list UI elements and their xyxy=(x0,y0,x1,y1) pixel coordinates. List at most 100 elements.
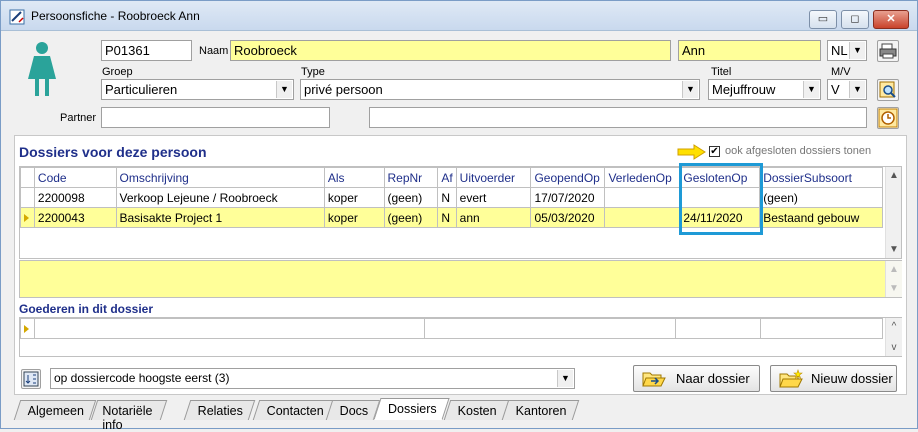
cell-af: N xyxy=(437,207,457,228)
tab-notariele-info[interactable]: Notariële info xyxy=(90,400,168,432)
column-header[interactable]: DossierSubsoort xyxy=(759,167,883,188)
cell-geopend: 17/07/2020 xyxy=(530,187,606,208)
goederen-title: Goederen in dit dossier xyxy=(19,302,154,316)
persoonsfiche-window: Persoonsfiche - Roobroeck Ann ▭ ◻ ✕ P013… xyxy=(0,0,918,432)
new-folder-icon xyxy=(779,369,803,388)
cell-repnr: (geen) xyxy=(383,187,439,208)
naam-label: Naam xyxy=(199,45,229,57)
goederen-cell xyxy=(675,318,762,339)
column-header[interactable]: VerledenOp xyxy=(604,167,681,188)
show-closed-checkbox[interactable]: ✔ xyxy=(709,146,720,157)
chevron-down-icon: ▼ xyxy=(849,42,865,59)
cell-subsoort: Bestaand gebouw xyxy=(759,207,883,228)
sort-options-button[interactable] xyxy=(21,369,41,389)
nieuw-dossier-label: Nieuw dossier xyxy=(811,371,893,386)
goederen-scrollbar[interactable]: ^ v xyxy=(885,318,902,356)
cell-omschrijving: Verkoop Lejeune / Roobroeck xyxy=(115,187,325,208)
taal-value: NL xyxy=(831,43,848,58)
tab-label: Notariële info xyxy=(102,404,153,432)
titel-select[interactable]: Mejuffrouw ▼ xyxy=(708,79,821,100)
dossiers-scrollbar[interactable]: ▲ ▼ xyxy=(885,167,901,258)
column-header[interactable]: Omschrijving xyxy=(115,167,325,188)
voornaam-field[interactable]: Ann xyxy=(678,40,821,61)
type-label: Type xyxy=(301,66,325,78)
tab-dossiers[interactable]: Dossiers xyxy=(373,398,450,420)
taal-select[interactable]: NL ▼ xyxy=(827,40,867,61)
cell-geopend: 05/03/2020 xyxy=(530,207,606,228)
sort-value: op dossiercode hoogste eerst (3) xyxy=(54,371,230,385)
groep-value: Particulieren xyxy=(105,82,178,97)
show-closed-label: ook afgesloten dossiers tonen xyxy=(725,145,872,157)
title-bar: Persoonsfiche - Roobroeck Ann ▭ ◻ ✕ xyxy=(1,1,917,31)
row-marker xyxy=(20,207,35,228)
cell-repnr: (geen) xyxy=(383,207,439,228)
type-value: privé persoon xyxy=(304,82,383,97)
print-button[interactable] xyxy=(877,40,899,62)
arrow-right-icon xyxy=(677,144,706,160)
table-row[interactable] xyxy=(20,318,883,339)
memo-scrollbar[interactable]: ▲ ▼ xyxy=(885,261,902,297)
tab-docs[interactable]: Docs xyxy=(325,400,381,420)
open-folder-icon xyxy=(642,372,666,387)
scroll-down-icon[interactable]: ▼ xyxy=(886,280,902,297)
person-id-field[interactable]: P01361 xyxy=(101,40,192,61)
column-header[interactable]: Uitvoerder xyxy=(455,167,532,188)
column-header[interactable]: Af xyxy=(437,167,457,188)
scroll-up-icon[interactable]: ^ xyxy=(886,318,902,335)
sort-select[interactable]: op dossiercode hoogste eerst (3) ▼ xyxy=(50,368,575,389)
tab-contacten[interactable]: Contacten xyxy=(252,400,337,420)
cell-verleden xyxy=(604,187,681,208)
dossiers-grid: Code Omschrijving Als RepNr Af Uitvoerde… xyxy=(19,166,902,259)
scroll-up-icon[interactable]: ▲ xyxy=(886,167,901,184)
tab-algemeen[interactable]: Algemeen xyxy=(13,400,97,420)
tab-kantoren[interactable]: Kantoren xyxy=(501,400,579,420)
tab-kosten[interactable]: Kosten xyxy=(443,400,510,420)
close-button[interactable]: ✕ xyxy=(873,10,909,29)
mv-label: M/V xyxy=(831,66,851,78)
clock-icon xyxy=(878,108,898,128)
partner-detail-field[interactable] xyxy=(369,107,867,128)
partner-field[interactable] xyxy=(101,107,330,128)
cell-uitvoerder: evert xyxy=(455,187,532,208)
naar-dossier-button[interactable]: Naar dossier xyxy=(633,365,760,392)
printer-icon xyxy=(879,43,897,59)
naam-field[interactable]: Roobroeck xyxy=(230,40,671,61)
row-marker xyxy=(20,187,35,208)
chevron-down-icon: ▼ xyxy=(849,81,865,98)
header-rowmark xyxy=(20,167,35,188)
mv-select[interactable]: V ▼ xyxy=(827,79,867,100)
chevron-down-icon: ▼ xyxy=(276,81,292,98)
cell-code: 2200098 xyxy=(33,187,117,208)
scroll-down-icon[interactable]: v xyxy=(886,339,902,356)
chevron-down-icon: ▼ xyxy=(557,370,573,387)
tab-label: Dossiers xyxy=(388,402,437,416)
checkmark-icon: ✔ xyxy=(710,146,719,157)
current-row-icon xyxy=(24,324,29,333)
column-header[interactable]: RepNr xyxy=(383,167,439,188)
cell-als: koper xyxy=(323,187,385,208)
goederen-cell xyxy=(423,318,677,339)
female-person-icon xyxy=(28,42,56,96)
sort-icon xyxy=(23,371,39,387)
dossier-memo-area[interactable]: ▲ ▼ xyxy=(19,260,902,298)
scroll-up-icon[interactable]: ▲ xyxy=(886,261,902,278)
scroll-down-icon[interactable]: ▼ xyxy=(886,241,901,258)
history-button[interactable] xyxy=(877,107,899,129)
search-button[interactable] xyxy=(877,79,899,101)
tab-relaties[interactable]: Relaties xyxy=(183,400,256,420)
window-title: Persoonsfiche - Roobroeck Ann xyxy=(31,9,200,23)
chevron-down-icon: ▼ xyxy=(682,81,698,98)
tab-label: Kosten xyxy=(457,404,497,418)
groep-select[interactable]: Particulieren ▼ xyxy=(101,79,294,100)
column-header[interactable]: Code xyxy=(33,167,117,188)
cell-code: 2200043 xyxy=(33,207,117,228)
column-header[interactable]: GeopendOp xyxy=(530,167,606,188)
nieuw-dossier-button[interactable]: Nieuw dossier xyxy=(770,365,897,392)
maximize-button[interactable]: ◻ xyxy=(841,10,869,29)
cell-omschrijving: Basisakte Project 1 xyxy=(115,207,325,228)
dossiers-panel: Dossiers voor deze persoon ✔ ook afgeslo… xyxy=(14,135,907,395)
highlight-frame xyxy=(679,163,763,235)
minimize-button[interactable]: ▭ xyxy=(809,10,837,29)
type-select[interactable]: privé persoon ▼ xyxy=(300,79,700,100)
column-header[interactable]: Als xyxy=(323,167,385,188)
